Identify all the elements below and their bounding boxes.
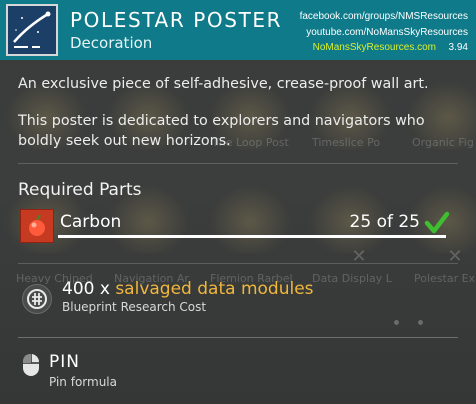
checkmark-icon bbox=[424, 210, 450, 236]
item-category: Decoration bbox=[70, 34, 153, 52]
section-divider bbox=[18, 337, 458, 338]
background-menu: The Loop Post Timeslice Po Organic Fig ✕… bbox=[0, 0, 476, 404]
close-icon: ✕ bbox=[447, 246, 463, 267]
background-label: Polestar Ex bbox=[414, 272, 476, 285]
part-progress-bar bbox=[58, 235, 446, 238]
tooltip-header: POLESTAR POSTER Decoration facebook.com/… bbox=[0, 0, 476, 60]
item-description: An exclusive piece of self-adhesive, cre… bbox=[18, 76, 429, 92]
blueprint-quantity: 400 bbox=[62, 279, 95, 299]
background-label: Data Display L bbox=[312, 272, 392, 285]
close-icon: ✕ bbox=[351, 246, 367, 267]
item-title: POLESTAR POSTER bbox=[70, 8, 283, 32]
mouse-icon bbox=[18, 352, 44, 378]
part-progress-fill bbox=[58, 235, 446, 238]
blueprint-cost: 400 x salvaged data modules bbox=[62, 279, 314, 299]
salvaged-data-icon bbox=[22, 284, 52, 314]
poster-icon bbox=[6, 4, 58, 56]
watermark-version: 3.94 bbox=[448, 42, 468, 53]
background-tile bbox=[206, 182, 294, 254]
watermark-site: NoMansSkyResources.com bbox=[312, 42, 436, 53]
pin-caption: Pin formula bbox=[49, 375, 117, 389]
pager-dot bbox=[394, 320, 399, 325]
background-divider bbox=[18, 163, 458, 164]
carbon-icon bbox=[20, 209, 54, 243]
blueprint-caption: Blueprint Research Cost bbox=[62, 300, 207, 314]
background-divider bbox=[18, 263, 458, 264]
blueprint-item: salvaged data modules bbox=[115, 279, 314, 299]
part-count: 25 of 25 bbox=[349, 212, 420, 232]
pager-dot bbox=[418, 320, 423, 325]
item-lore: This poster is dedicated to explorers an… bbox=[18, 113, 425, 149]
pin-label: PIN bbox=[49, 352, 80, 372]
watermark-youtube: youtube.com/NoMansSkyResources bbox=[306, 27, 468, 38]
blueprint-multiplier: x bbox=[99, 279, 110, 299]
required-parts-title: Required Parts bbox=[18, 180, 142, 200]
part-name: Carbon bbox=[60, 212, 122, 232]
watermark-facebook: facebook.com/groups/NMSResources bbox=[299, 11, 468, 22]
